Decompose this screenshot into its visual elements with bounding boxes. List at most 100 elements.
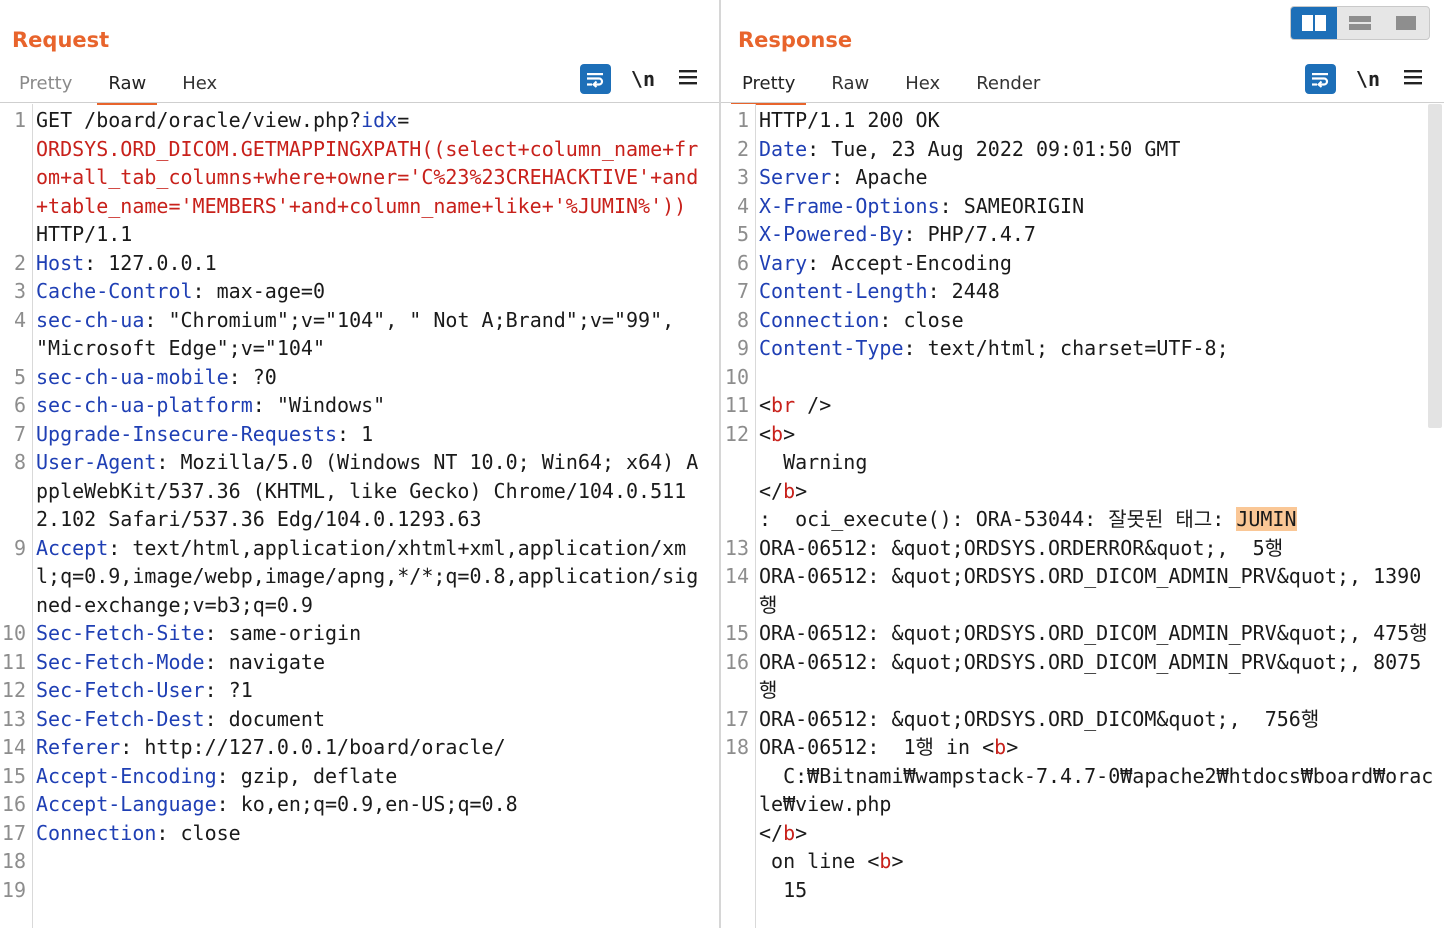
header-name: Referer <box>36 735 121 759</box>
line-number <box>721 448 759 477</box>
line-number <box>721 477 759 506</box>
request-menu-button[interactable] <box>679 69 697 89</box>
header-name: Accept <box>36 535 109 560</box>
response-editor[interactable]: 1 HTTP/1.1 200 OK 2 Date: Tue, 23 Aug 2022 … <box>721 104 1444 928</box>
show-newlines-button[interactable]: \n <box>631 67 655 91</box>
line-text: </b> <box>759 819 1444 848</box>
text-segment: HTTP/1.1 200 OK <box>759 108 940 132</box>
line-text: : oci_execute(): ORA-53044: 잘못된 태그: JUMI… <box>759 505 1444 534</box>
request-line: 11 Sec-Fetch-Mode: navigate <box>0 648 719 677</box>
response-scrollbar[interactable] <box>1428 104 1442 428</box>
line-number <box>721 505 759 534</box>
response-line: 7 Content-Length: 2448 <box>721 277 1444 306</box>
line-text: Vary: Accept-Encoding <box>759 249 1444 278</box>
request-tab-pretty[interactable]: Pretty <box>8 66 83 102</box>
text-segment: : text/html; charset=UTF-8; <box>903 336 1229 360</box>
line-number: 6 <box>736 250 749 275</box>
line-text: ORDSYS.ORD_DICOM.GETMAPPINGXPATH((select… <box>36 135 719 221</box>
line-number: 5 <box>13 364 26 389</box>
request-line: 6 sec-ch-ua-platform: "Windows" <box>0 391 719 420</box>
line-number <box>721 847 759 876</box>
line-number: 11 <box>1 649 26 674</box>
line-number: 19 <box>1 877 26 902</box>
text-segment: GET /board/oracle/view.php? <box>36 108 362 132</box>
search-match: JUMIN <box>1236 507 1297 531</box>
line-text: on line <b> <box>759 847 1444 876</box>
side-by-side-layout-button[interactable] <box>1291 7 1337 39</box>
line-text: ORA-06512: 1행 in <b> <box>759 733 1444 762</box>
text-segment: : navigate <box>204 649 325 674</box>
top-bottom-layout-button[interactable] <box>1337 7 1383 39</box>
line-number: 17 <box>1 820 26 845</box>
word-wrap-button[interactable] <box>1304 64 1336 94</box>
line-number: 3 <box>736 165 749 189</box>
response-tab-hex[interactable]: Hex <box>894 66 951 102</box>
response-menu-button[interactable] <box>1404 69 1422 89</box>
response-line: C:₩Bitnami₩wampstack-7.4.7-0₩apache2₩htd… <box>721 762 1444 819</box>
request-line: 1 GET /board/oracle/view.php?idx= <box>0 106 719 135</box>
text-segment: on line < <box>759 849 880 873</box>
show-newlines-button[interactable]: \n <box>1356 67 1380 91</box>
text-segment: : Tue, 23 Aug 2022 09:01:50 GMT <box>807 136 1181 161</box>
header-name: Sec-Fetch-Site <box>36 621 205 645</box>
request-line: 14 Referer: http://127.0.0.1/board/oracle… <box>0 733 719 762</box>
line-text: Accept-Language: ko,en;q=0.9,en-US;q=0.8 <box>36 790 719 819</box>
response-line: 6 Vary: Accept-Encoding <box>721 249 1444 278</box>
response-tab-raw[interactable]: Raw <box>820 66 880 102</box>
text-segment: : "Windows" <box>252 393 386 417</box>
request-tab-divider <box>0 102 719 103</box>
header-name: idx <box>361 108 398 132</box>
header-name: Cache-Control <box>36 279 193 303</box>
text-segment: : Apache <box>831 165 928 189</box>
response-line: 2 Date: Tue, 23 Aug 2022 09:01:50 GMT <box>721 135 1444 164</box>
response-tab-pretty[interactable]: Pretty <box>731 66 807 105</box>
header-name: Connection <box>759 307 880 332</box>
text-segment: > <box>795 820 808 845</box>
line-number: 7 <box>736 279 749 303</box>
request-editor[interactable]: 1 GET /board/oracle/view.php?idx= ORDSYS.O… <box>0 104 719 928</box>
line-text: ORA-06512: &quot;ORDSYS.ORD_DICOM_ADMIN_… <box>759 648 1444 705</box>
response-line: 1 HTTP/1.1 200 OK <box>721 106 1444 135</box>
line-number <box>0 135 36 221</box>
response-line: 14 ORA-06512: &quot;ORDSYS.ORD_DICOM_ADMI… <box>721 562 1444 619</box>
request-line: 5 sec-ch-ua-mobile: ?0 <box>0 363 719 392</box>
word-wrap-button[interactable] <box>579 64 611 94</box>
line-text: ​ <box>36 876 719 905</box>
line-text: Cache-Control: max-age=0 <box>36 277 719 306</box>
request-line: 15 Accept-Encoding: gzip, deflate <box>0 762 719 791</box>
single-pane-layout-button[interactable] <box>1383 7 1429 39</box>
request-line: 7 Upgrade-Insecure-Requests: 1 <box>0 420 719 449</box>
line-text: Sec-Fetch-Mode: navigate <box>36 648 719 677</box>
response-tab-render[interactable]: Render <box>965 66 1051 102</box>
header-name: Date <box>759 136 808 161</box>
line-number: 18 <box>1 849 26 873</box>
line-text: </b> <box>759 477 1444 506</box>
line-text: X-Frame-Options: SAMEORIGIN <box>759 192 1444 221</box>
request-title: Request <box>12 28 110 52</box>
response-line: 18 ORA-06512: 1행 in <b> <box>721 733 1444 762</box>
line-number: 12 <box>1 678 26 702</box>
line-number: 1 <box>736 108 749 132</box>
header-name: sec-ch-ua <box>36 307 145 332</box>
text-segment: C:₩Bitnami₩wampstack-7.4.7-0₩apache2₩htd… <box>759 763 1434 817</box>
line-text: Warning <box>759 448 1444 477</box>
request-tab-hex[interactable]: Hex <box>171 66 228 102</box>
response-line: Warning <box>721 448 1444 477</box>
layout-toggle <box>1290 6 1430 40</box>
request-line: 19 ​ <box>0 876 719 905</box>
line-number: 14 <box>1 735 26 759</box>
line-text: ORA-06512: &quot;ORDSYS.ORD_DICOM&quot;,… <box>759 705 1444 734</box>
line-text: 15 <box>759 876 1444 905</box>
line-text: ​ <box>36 847 719 876</box>
response-line: 8 Connection: close <box>721 306 1444 335</box>
line-text: Referer: http://127.0.0.1/board/oracle/ <box>36 733 719 762</box>
line-text: Sec-Fetch-Dest: document <box>36 705 719 734</box>
line-text: Connection: close <box>759 306 1444 335</box>
line-number: 7 <box>13 421 26 446</box>
text-segment: : SAMEORIGIN <box>939 193 1085 218</box>
header-name: Accept-Language <box>36 792 217 816</box>
request-tab-raw[interactable]: Raw <box>97 66 158 105</box>
line-number <box>721 819 759 848</box>
line-number: 5 <box>736 222 749 246</box>
text-segment: : 127.0.0.1 <box>84 250 217 275</box>
